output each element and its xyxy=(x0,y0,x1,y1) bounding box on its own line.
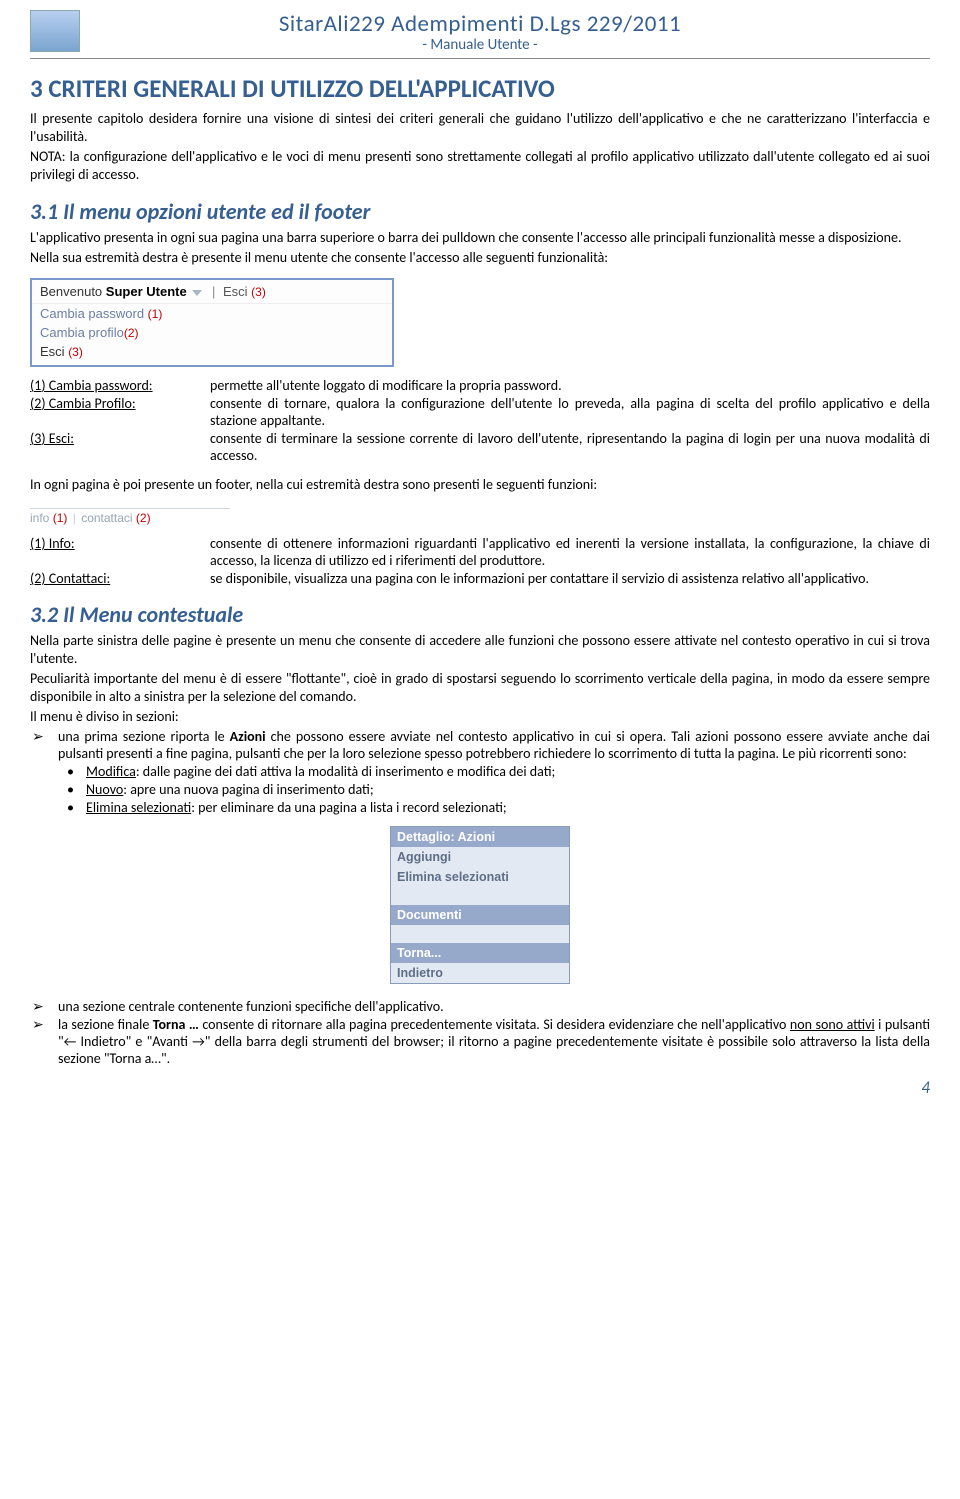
footer-contattaci-link: contattaci xyxy=(81,511,132,525)
def-esci: (3) Esci: consente di terminare la sessi… xyxy=(30,430,930,464)
exit-link-top: Esci xyxy=(223,284,248,299)
section-3-1-heading: 3.1 Il menu opzioni utente ed il footer xyxy=(30,198,930,225)
def-cambia-profilo: (2) Cambia Profilo: consente di tornare,… xyxy=(30,395,930,429)
sub-bullet-modifica: • Modifica: dalle pagine dei dati attiva… xyxy=(30,763,930,780)
annotation-2: (2) xyxy=(124,326,139,340)
intro-paragraph-1: Il presente capitolo desidera fornire un… xyxy=(30,110,930,146)
menu-row-exit: Esci (3) xyxy=(32,342,392,365)
intro-paragraph-2: NOTA: la configurazione dell'applicativo… xyxy=(30,148,930,184)
sub-bullet-nuovo: • Nuovo: apre una nuova pagina di inseri… xyxy=(30,781,930,798)
annotation-3-top: (3) xyxy=(251,285,266,299)
ctx-row-aggiungi: Aggiungi xyxy=(391,847,569,867)
s31-paragraph-1: L'applicativo presenta in ogni sua pagin… xyxy=(30,229,930,247)
doc-title: SitarAli229 Adempimenti D.Lgs 229/2011 xyxy=(30,10,930,38)
s32-paragraph-2: Peculiarità importante del menu è di ess… xyxy=(30,670,930,706)
context-menu-screenshot: Dettaglio: Azioni Aggiungi Elimina selez… xyxy=(390,826,570,984)
s31-paragraph-2: Nella sua estremità destra è presente il… xyxy=(30,249,930,267)
ctx-row-indietro: Indietro xyxy=(391,963,569,983)
menu-row-change-profile: Cambia profilo(2) xyxy=(32,323,392,342)
sub-bullet-elimina: • Elimina selezionati: per eliminare da … xyxy=(30,799,930,816)
bullet-torna: ➢ la sezione finale Torna … consente di … xyxy=(30,1016,930,1067)
annotation-3-bottom: (3) xyxy=(68,345,83,359)
annotation-footer-2: (2) xyxy=(136,511,151,525)
s32-paragraph-3: Il menu è diviso in sezioni: xyxy=(30,708,930,726)
def-cambia-password: (1) Cambia password: permette all'utente… xyxy=(30,377,930,394)
user-name: Super Utente xyxy=(106,284,187,299)
user-menu-screenshot: Benvenuto Super Utente | Esci (3) Cambia… xyxy=(30,278,394,367)
footer-intro-line: In ogni pagina è poi presente un footer,… xyxy=(30,476,930,494)
def-contattaci: (2) Contattaci: se disponibile, visualiz… xyxy=(30,570,930,587)
ctx-header-documenti: Documenti xyxy=(391,905,569,925)
s32-paragraph-1: Nella parte sinistra delle pagine è pres… xyxy=(30,632,930,668)
ctx-row-elimina: Elimina selezionati xyxy=(391,867,569,887)
menu-row-change-password: Cambia password (1) xyxy=(32,304,392,323)
footer-screenshot: info (1) | contattaci (2) xyxy=(30,508,230,525)
page-header: SitarAli229 Adempimenti D.Lgs 229/2011 -… xyxy=(30,10,930,59)
section-3-heading: 3 CRITERI GENERALI DI UTILIZZO DELL'APPL… xyxy=(30,73,930,104)
footer-info-link: info xyxy=(30,511,49,525)
bullet-sezione-centrale: ➢ una sezione centrale contenente funzio… xyxy=(30,998,930,1015)
section-3-2-heading: 3.2 Il Menu contestuale xyxy=(30,601,930,628)
annotation-1: (1) xyxy=(148,307,163,321)
user-menu-top-bar: Benvenuto Super Utente | Esci (3) xyxy=(32,280,392,304)
welcome-label: Benvenuto xyxy=(40,284,102,299)
bullet-azioni: ➢ una prima sezione riporta le Azioni ch… xyxy=(30,728,930,762)
logo-image xyxy=(30,10,80,52)
ctx-header-azioni: Dettaglio: Azioni xyxy=(391,827,569,847)
page-number: 4 xyxy=(30,1077,930,1098)
dropdown-icon xyxy=(192,290,202,296)
doc-subtitle: - Manuale Utente - xyxy=(30,36,930,58)
ctx-header-torna: Torna... xyxy=(391,943,569,963)
def-info: (1) Info: consente di ottenere informazi… xyxy=(30,535,930,569)
annotation-footer-1: (1) xyxy=(53,511,68,525)
